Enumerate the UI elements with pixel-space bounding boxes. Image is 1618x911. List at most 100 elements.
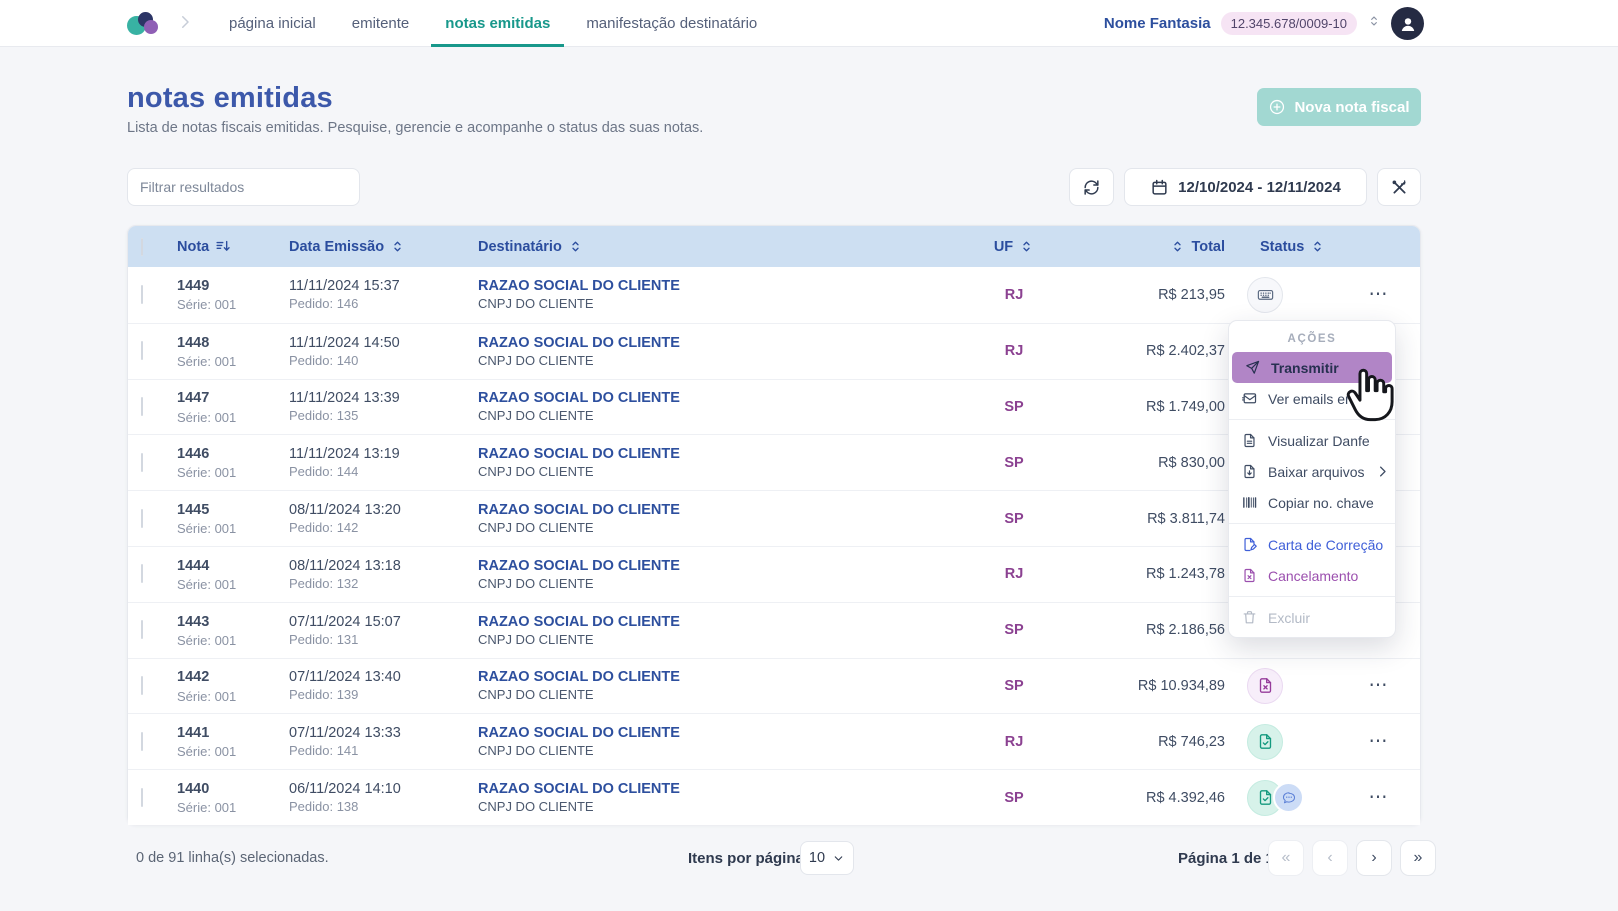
calendar-icon xyxy=(1150,178,1169,197)
row-menu-button[interactable]: ⋯ xyxy=(1359,731,1399,753)
menu-item-baixar-arquivos[interactable]: Baixar arquivos xyxy=(1229,456,1395,487)
items-per-page-select[interactable]: 10 xyxy=(800,841,854,875)
column-header-status[interactable]: Status xyxy=(1260,239,1304,255)
refresh-button[interactable] xyxy=(1069,168,1114,206)
menu-item-copiar-no-chave[interactable]: Copiar no. chave xyxy=(1229,487,1395,518)
uf-value: RJ xyxy=(974,734,1054,750)
destinatario-link[interactable]: RAZAO SOCIAL DO CLIENTE xyxy=(478,502,974,518)
actions-menu-title: AÇÕES xyxy=(1229,325,1395,352)
menu-item-carta-de-corre-o[interactable]: Carta de Correção xyxy=(1229,529,1395,560)
page-title: notas emitidas xyxy=(127,82,333,115)
destinatario-cnpj: CNPJ DO CLIENTE xyxy=(478,632,974,647)
menu-item-label: Copiar no. chave xyxy=(1268,495,1374,511)
nota-serie: Série: 001 xyxy=(177,465,280,480)
column-header-data-emissao[interactable]: Data Emissão xyxy=(289,239,384,255)
chevrons-up-down-icon[interactable] xyxy=(1170,239,1185,254)
destinatario-link[interactable]: RAZAO SOCIAL DO CLIENTE xyxy=(478,446,974,462)
destinatario-cnpj: CNPJ DO CLIENTE xyxy=(478,296,974,311)
destinatario-cnpj: CNPJ DO CLIENTE xyxy=(478,408,974,423)
chevrons-up-down-icon[interactable] xyxy=(390,239,405,254)
menu-item-visualizar-danfe[interactable]: Visualizar Danfe xyxy=(1229,425,1395,456)
destinatario-link[interactable]: RAZAO SOCIAL DO CLIENTE xyxy=(478,390,974,406)
nav-tab-notas-emitidas[interactable]: notas emitidas xyxy=(431,0,564,47)
row-checkbox[interactable] xyxy=(141,564,143,583)
menu-item-label: Carta de Correção xyxy=(1268,537,1383,553)
column-header-destinatario[interactable]: Destinatário xyxy=(478,239,562,255)
row-checkbox[interactable] xyxy=(141,509,143,528)
destinatario-link[interactable]: RAZAO SOCIAL DO CLIENTE xyxy=(478,725,974,741)
row-checkbox[interactable] xyxy=(141,285,143,304)
nav-tab-manifestação-destinatário[interactable]: manifestação destinatário xyxy=(572,0,771,47)
nota-number: 1447 xyxy=(177,389,280,407)
chevrons-up-down-icon[interactable] xyxy=(568,239,583,254)
file-x-icon[interactable] xyxy=(1247,668,1283,704)
chevrons-up-down-icon[interactable] xyxy=(1310,239,1325,254)
selection-summary: 0 de 91 linha(s) selecionadas. xyxy=(136,850,329,866)
table-row: 1442Série: 00107/11/2024 13:40Pedido: 13… xyxy=(128,658,1420,714)
keyboard-icon[interactable] xyxy=(1247,277,1283,313)
filter-input[interactable] xyxy=(127,168,360,206)
pedido: Pedido: 138 xyxy=(289,799,469,814)
destinatario-link[interactable]: RAZAO SOCIAL DO CLIENTE xyxy=(478,669,974,685)
menu-item-cancelamento[interactable]: Cancelamento xyxy=(1229,560,1395,591)
table-settings-button[interactable] xyxy=(1377,168,1421,206)
menu-item-ver-emails-en[interactable]: Ver emails en xyxy=(1229,383,1395,414)
destinatario-cnpj: CNPJ DO CLIENTE xyxy=(478,464,974,479)
file-check-icon[interactable] xyxy=(1247,724,1283,760)
chevrons-up-down-icon[interactable] xyxy=(1367,14,1381,33)
nota-number: 1440 xyxy=(177,780,280,798)
document-icon xyxy=(1241,432,1258,449)
total-value: R$ 3.811,74 xyxy=(1054,511,1225,527)
menu-item-excluir: Excluir xyxy=(1229,602,1395,633)
menu-item-label: Ver emails en xyxy=(1268,391,1353,407)
row-checkbox[interactable] xyxy=(141,397,143,416)
row-checkbox[interactable] xyxy=(141,788,143,807)
chevrons-up-down-icon[interactable] xyxy=(1019,239,1034,254)
app-logo-icon[interactable] xyxy=(127,8,161,38)
last-page-button[interactable]: » xyxy=(1400,840,1436,876)
data-emissao: 07/11/2024 15:07 xyxy=(289,614,469,630)
destinatario-link[interactable]: RAZAO SOCIAL DO CLIENTE xyxy=(478,614,974,630)
row-checkbox[interactable] xyxy=(141,732,143,751)
row-menu-button[interactable]: ⋯ xyxy=(1359,675,1399,697)
select-all-checkbox[interactable] xyxy=(141,238,143,256)
destinatario-link[interactable]: RAZAO SOCIAL DO CLIENTE xyxy=(478,278,974,294)
user-avatar[interactable] xyxy=(1391,7,1424,40)
company-name[interactable]: Nome Fantasia xyxy=(1104,15,1211,32)
invoices-table: Nota Data Emissão Destinatário UF Total … xyxy=(127,225,1421,825)
destinatario-link[interactable]: RAZAO SOCIAL DO CLIENTE xyxy=(478,335,974,351)
sort-descending-icon[interactable] xyxy=(215,238,232,255)
new-invoice-button[interactable]: Nova nota fiscal xyxy=(1257,88,1421,126)
nota-serie: Série: 001 xyxy=(177,354,280,369)
row-checkbox[interactable] xyxy=(141,341,143,360)
table-row: 1448Série: 00111/11/2024 14:50Pedido: 14… xyxy=(128,323,1420,379)
pedido: Pedido: 131 xyxy=(289,632,469,647)
menu-divider xyxy=(1229,419,1395,420)
nav-tab-página-inicial[interactable]: página inicial xyxy=(215,0,330,47)
menu-item-transmitir[interactable]: Transmitir xyxy=(1232,352,1392,383)
row-checkbox[interactable] xyxy=(141,620,143,639)
destinatario-cnpj: CNPJ DO CLIENTE xyxy=(478,687,974,702)
destinatario-link[interactable]: RAZAO SOCIAL DO CLIENTE xyxy=(478,781,974,797)
column-header-total[interactable]: Total xyxy=(1191,239,1225,255)
destinatario-link[interactable]: RAZAO SOCIAL DO CLIENTE xyxy=(478,558,974,574)
row-checkbox[interactable] xyxy=(141,676,143,695)
data-emissao: 07/11/2024 13:33 xyxy=(289,725,469,741)
row-actions-menu: AÇÕES Transmitir Ver emails en Visualizar … xyxy=(1228,320,1396,638)
column-header-nota[interactable]: Nota xyxy=(177,239,209,255)
previous-page-button: ‹ xyxy=(1312,840,1348,876)
company-cnpj-badge[interactable]: 12.345.678/0009-10 xyxy=(1221,12,1357,35)
nav-tab-emitente[interactable]: emitente xyxy=(338,0,424,47)
column-header-uf[interactable]: UF xyxy=(994,239,1013,255)
date-range-button[interactable]: 12/10/2024 - 12/11/2024 xyxy=(1124,168,1367,206)
row-menu-button[interactable]: ⋯ xyxy=(1359,284,1399,306)
chat-bubble-icon[interactable] xyxy=(1273,782,1304,813)
next-page-button[interactable]: › xyxy=(1356,840,1392,876)
total-value: R$ 4.392,46 xyxy=(1054,790,1225,806)
status-cell xyxy=(1225,780,1335,816)
table-row: 1440Série: 00106/11/2024 14:10Pedido: 13… xyxy=(128,769,1420,825)
barcode-icon xyxy=(1241,494,1258,511)
row-checkbox[interactable] xyxy=(141,453,143,472)
row-menu-button[interactable]: ⋯ xyxy=(1359,787,1399,809)
nota-serie: Série: 001 xyxy=(177,410,280,425)
